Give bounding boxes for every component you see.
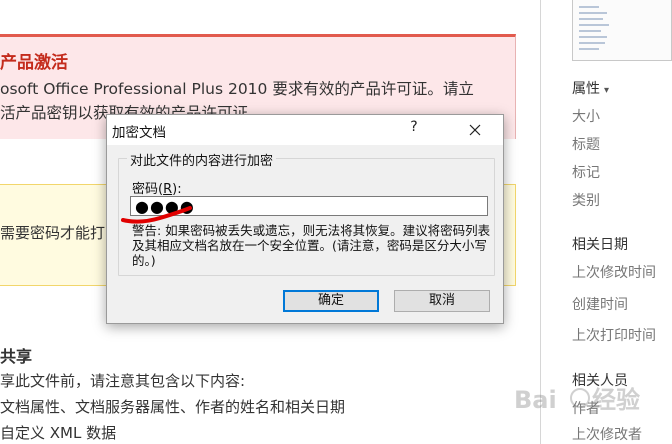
share-info-line2: 文档属性、文档服务器属性、作者的姓名和相关日期 [0, 398, 346, 416]
date-created: 创建时间 [572, 297, 628, 313]
activation-message-line1: osoft Office Professional Plus 2010 要求有效… [0, 80, 474, 98]
date-last-printed: 上次打印时间 [572, 328, 656, 344]
share-info-line3: 自定义 XML 数据 [0, 424, 117, 442]
red-underline-annotation [121, 206, 192, 224]
related-dates-header: 相关日期 [572, 237, 628, 253]
share-info-line1: 享此文件前，请注意其包含以下内容: [0, 372, 246, 390]
cancel-button[interactable]: 取消 [394, 290, 490, 312]
chevron-down-icon: ▾ [604, 85, 610, 96]
share-section-title: 共享 [0, 347, 33, 366]
help-button[interactable]: ? [404, 119, 424, 141]
password-required-text: 需要密码才能打 [0, 224, 106, 242]
password-warning-text: 警告: 如果密码被丢失或遗忘，则无法将其恢复。建议将密码列表及其相应文档名放在一… [132, 223, 491, 268]
baidu-watermark: Bai 经验 [514, 386, 640, 414]
encrypt-group-label: 对此文件的内容进行加密 [127, 150, 277, 169]
dialog-titlebar[interactable]: 加密文档 ? [107, 115, 503, 145]
properties-header: 属性 [572, 81, 600, 97]
ok-button[interactable]: 确定 [283, 290, 379, 312]
svg-text:经验: 经验 [592, 386, 640, 414]
close-button[interactable] [462, 117, 488, 143]
date-last-modified: 上次修改时间 [572, 265, 656, 281]
svg-text:Bai: Bai [514, 386, 557, 414]
document-thumbnail[interactable] [572, 0, 672, 61]
property-size: 大小 [572, 109, 600, 125]
property-title[interactable]: 标题 [572, 134, 600, 154]
password-label: 密码(R): [132, 182, 182, 197]
property-category[interactable]: 类别 [572, 190, 600, 210]
close-icon [469, 124, 481, 136]
activation-title: 产品激活 [0, 53, 68, 73]
dialog-title: 加密文档 [112, 125, 166, 141]
properties-dropdown[interactable]: 属性 ▾ [572, 78, 609, 98]
property-tags[interactable]: 标记 [572, 162, 600, 182]
